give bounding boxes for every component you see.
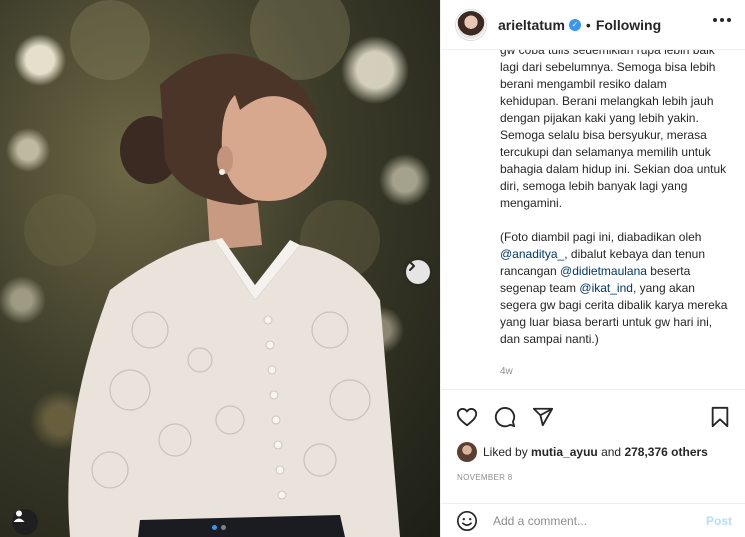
likes-count-link[interactable]: 278,376 others xyxy=(624,445,707,459)
mention-link-didietmaulana[interactable]: @didietmaulana xyxy=(560,264,647,278)
mention-link-ikat-ind[interactable]: @ikat_ind xyxy=(579,281,633,295)
post-header: arieltatum ✓ • Following xyxy=(441,0,745,50)
avatar-image xyxy=(457,10,485,39)
post-actions-section: Liked by mutia_ayuu and 278,376 others N… xyxy=(441,389,745,537)
photo-illustration xyxy=(24,0,400,537)
carousel-dot xyxy=(221,525,226,530)
caption-text-segment: (Foto diambil pagi ini, diabadikan oleh xyxy=(500,230,702,244)
username-link[interactable]: arieltatum xyxy=(498,17,565,33)
post-comment-button[interactable]: Post xyxy=(706,514,732,528)
share-button[interactable] xyxy=(531,405,555,429)
comment-icon xyxy=(494,407,516,428)
chevron-right-icon xyxy=(409,261,415,271)
post-photo[interactable] xyxy=(0,0,440,537)
likes-connector: and xyxy=(601,445,622,459)
heart-icon xyxy=(456,408,478,427)
tagged-users-button[interactable] xyxy=(12,509,38,535)
user-tag-icon xyxy=(13,510,25,522)
emoji-button[interactable] xyxy=(455,509,479,533)
like-button[interactable] xyxy=(455,405,479,429)
next-slide-button[interactable] xyxy=(406,260,430,284)
separator-bullet: • xyxy=(585,16,591,33)
caption-time-ago[interactable]: 4w xyxy=(500,363,728,380)
liker-avatar[interactable] xyxy=(457,442,477,462)
share-icon xyxy=(532,407,554,427)
comment-input[interactable] xyxy=(493,514,706,528)
post-side-panel: arieltatum ✓ • Following gw coba tulis s… xyxy=(440,0,745,537)
post-date[interactable]: NOVEMBER 8 xyxy=(457,473,512,482)
mention-link-anaditya[interactable]: @anaditya_ xyxy=(500,247,564,261)
caption-text: gw coba tulis sedemikian rupa lebih baik… xyxy=(500,50,728,380)
profile-avatar[interactable] xyxy=(455,8,487,41)
action-icons-row xyxy=(455,405,555,429)
comment-form: Post xyxy=(441,503,745,537)
save-button[interactable] xyxy=(708,405,732,429)
carousel-indicator xyxy=(212,525,226,530)
likes-summary: Liked by mutia_ayuu and 278,376 others xyxy=(457,442,708,462)
verified-badge-icon: ✓ xyxy=(568,18,581,31)
liker-username-link[interactable]: mutia_ayuu xyxy=(531,445,598,459)
carousel-dot-active xyxy=(212,525,217,530)
following-button[interactable]: Following xyxy=(596,17,661,33)
emoji-icon xyxy=(457,511,477,531)
likes-prefix: Liked by xyxy=(483,445,528,459)
caption-scroll-area[interactable]: gw coba tulis sedemikian rupa lebih baik… xyxy=(441,50,745,389)
caption-paragraph: (Foto diambil pagi ini, diabadikan oleh … xyxy=(500,229,728,348)
comment-button[interactable] xyxy=(493,405,517,429)
more-options-icon[interactable] xyxy=(713,18,731,22)
bookmark-icon xyxy=(711,406,729,428)
caption-paragraph: gw coba tulis sedemikian rupa lebih baik… xyxy=(500,50,727,210)
